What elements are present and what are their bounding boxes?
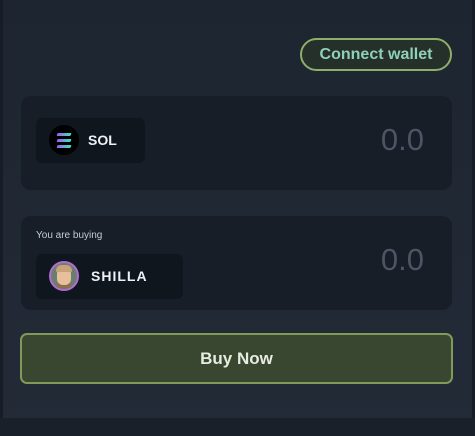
buying-label: You are buying	[36, 230, 103, 241]
shilla-avatar-icon	[49, 261, 79, 291]
frame-bottom-edge	[0, 418, 475, 436]
pay-panel: SOL	[21, 96, 452, 190]
solana-logo-icon	[49, 125, 79, 155]
buy-token-name: SHILLA	[91, 268, 148, 284]
buy-amount-input[interactable]	[264, 242, 424, 278]
buy-now-button[interactable]: Buy Now	[20, 333, 453, 384]
pay-token-selector[interactable]: SOL	[36, 118, 145, 163]
buy-token-selector[interactable]: SHILLA	[36, 254, 183, 299]
pay-token-name: SOL	[88, 132, 117, 148]
connect-wallet-button[interactable]: Connect wallet	[300, 38, 452, 71]
frame-left-edge	[0, 0, 3, 436]
swap-widget: Connect wallet SOL You are buying SHILLA…	[0, 0, 475, 436]
pay-amount-input[interactable]	[264, 122, 424, 158]
buy-panel: You are buying SHILLA	[21, 216, 452, 310]
